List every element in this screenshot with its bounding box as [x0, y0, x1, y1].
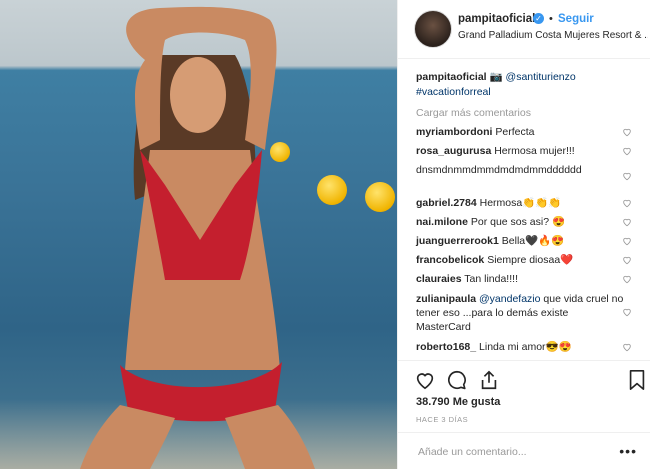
comment-item: clauraies Tan linda!!!!	[416, 272, 626, 286]
post-timestamp: HACE 3 DÍAS	[416, 415, 469, 424]
caption-hashtag[interactable]: #vacationforreal	[416, 86, 491, 98]
comment-item: zulianipaula @yandefazio que vida cruel …	[416, 292, 626, 334]
comment-item: myriambordoni Perfecta	[416, 125, 626, 139]
avatar[interactable]	[414, 10, 452, 48]
comment-text: Bella🖤🔥😍	[501, 235, 565, 247]
post-side-panel: pampitaoficial ✓ • Seguir Grand Palladiu…	[397, 0, 650, 469]
comment-username[interactable]: rosa_augurusa	[416, 145, 491, 157]
post-actions-bar	[398, 360, 650, 401]
comment-item: gabriel.2784 Hermosa👏👏👏	[416, 196, 626, 210]
load-more-comments-button[interactable]: Cargar más comentarios	[416, 107, 531, 119]
comment-like-icon[interactable]	[622, 127, 632, 137]
post-caption: pampitaoficial 📷 @santiturienzo #vacatio…	[416, 70, 641, 100]
comment-text: Hermosa mujer!!!	[494, 145, 575, 157]
bookmark-icon[interactable]	[627, 369, 647, 391]
comment-username[interactable]: francobelicok	[416, 254, 484, 266]
comment-input[interactable]	[416, 443, 600, 461]
post-header: pampitaoficial ✓ • Seguir Grand Palladiu…	[398, 0, 650, 59]
comment-item: roberto168_ Linda mi amor😎😍	[416, 340, 626, 354]
location-link[interactable]: Grand Palladium Costa Mujeres Resort & .…	[458, 30, 648, 41]
camera-emoji: 📷	[489, 71, 503, 83]
more-options-icon[interactable]: •••	[619, 443, 637, 459]
comment-item: rosa_augurusa Hermosa mujer!!!	[416, 144, 626, 158]
instagram-post-frame: pampitaoficial ✓ • Seguir Grand Palladiu…	[0, 0, 650, 469]
comment-like-icon[interactable]	[622, 307, 632, 317]
comment-like-icon[interactable]	[622, 198, 632, 208]
comment-icon[interactable]	[446, 369, 468, 391]
photo-subject	[80, 6, 315, 469]
comment-mention[interactable]: @yandefazio	[479, 293, 540, 305]
caption-username[interactable]: pampitaoficial	[416, 71, 487, 83]
comment-text: Hermosa👏👏👏	[479, 197, 562, 209]
heart-icon[interactable]	[414, 369, 436, 391]
comment-username[interactable]: zulianipaula	[416, 293, 476, 305]
comment-text: Tan linda!!!!	[464, 273, 518, 285]
follow-button[interactable]: Seguir	[558, 13, 594, 25]
comment-text: Siempre diosaa❤️	[487, 254, 574, 266]
likes-count[interactable]: 38.790 Me gusta	[416, 396, 500, 408]
caption-mention[interactable]: @santiturienzo	[506, 71, 576, 83]
comment-like-icon[interactable]	[622, 146, 632, 156]
comment-item: dnsmdnmmdmmdmdmdmmdddddd	[416, 163, 621, 177]
comment-text: dnsmdnmmdmmdmdmdmmdddddd	[416, 164, 582, 176]
comment-username[interactable]: nai.milone	[416, 216, 468, 228]
comment-text: Por que sos asi? 😍	[470, 216, 566, 228]
add-comment-bar: •••	[398, 432, 650, 470]
comment-item: juanguerrerook1 Bella🖤🔥😍	[416, 234, 626, 248]
comment-like-icon[interactable]	[622, 171, 632, 181]
comment-username[interactable]: roberto168_	[416, 341, 476, 353]
share-icon[interactable]	[478, 369, 500, 391]
header-separator: •	[549, 13, 553, 25]
comment-username[interactable]: gabriel.2784	[416, 197, 477, 209]
comment-username[interactable]: clauraies	[416, 273, 462, 285]
comment-text: Linda mi amor😎😍	[479, 341, 572, 353]
comment-text: Perfecta	[495, 126, 535, 138]
comment-like-icon[interactable]	[622, 255, 632, 265]
comment-like-icon[interactable]	[622, 342, 632, 352]
comment-like-icon[interactable]	[622, 274, 632, 284]
comment-username[interactable]: myriambordoni	[416, 126, 492, 138]
verified-badge-icon: ✓	[533, 13, 544, 24]
comment-like-icon[interactable]	[622, 217, 632, 227]
comment-item: nai.milone Por que sos asi? 😍	[416, 215, 626, 229]
comment-like-icon[interactable]	[622, 236, 632, 246]
header-username[interactable]: pampitaoficial	[458, 13, 535, 25]
comment-item: francobelicok Siempre diosaa❤️	[416, 253, 626, 267]
post-photo[interactable]	[0, 0, 397, 469]
comment-username[interactable]: juanguerrerook1	[416, 235, 499, 247]
